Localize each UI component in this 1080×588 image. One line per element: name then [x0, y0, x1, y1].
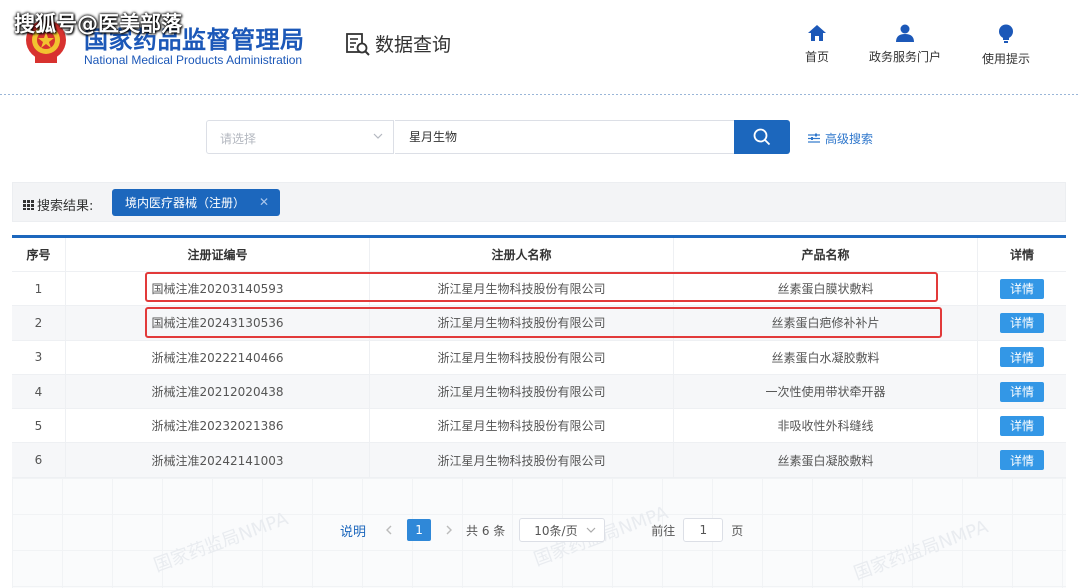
advanced-search-link[interactable]: 高级搜索 — [808, 130, 873, 147]
row-detail-cell: 详情 — [978, 341, 1066, 374]
close-icon[interactable]: ✕ — [259, 195, 269, 209]
system-title: 数据查询 — [345, 30, 451, 57]
row-index: 1 — [12, 272, 66, 306]
page-size-value: 10条/页 — [534, 523, 578, 538]
nav-home-label: 首页 — [804, 50, 829, 64]
chevron-down-icon — [373, 133, 383, 139]
header-divider — [0, 94, 1080, 95]
home-icon — [808, 25, 826, 41]
table-row: 4 浙械注准20212020438 浙江星月生物科技股份有限公司 一次性使用带状… — [12, 374, 1066, 410]
highlight-box-row-2 — [145, 307, 942, 338]
system-title-text: 数据查询 — [375, 34, 452, 56]
row-registrant: 浙江星月生物科技股份有限公司 — [370, 443, 674, 477]
pagination: 说明 1 共 6 条 10条/页 前往 1 页 — [340, 518, 743, 542]
data-query-icon — [346, 32, 370, 56]
goto-label: 前往 — [651, 523, 676, 538]
nav-service-portal-label: 政务服务门户 — [868, 50, 941, 64]
lightbulb-icon — [999, 24, 1013, 43]
row-index: 6 — [12, 443, 66, 477]
row-detail-cell: 详情 — [978, 306, 1066, 339]
header-detail: 详情 — [1009, 248, 1034, 262]
chevron-down-icon — [586, 527, 596, 533]
table-row: 3 浙械注准20222140466 浙江星月生物科技股份有限公司 丝素蛋白水凝胶… — [12, 340, 1066, 375]
source-watermark: 搜狐号@医美部落 — [14, 12, 182, 36]
results-label-text: 搜索结果: — [37, 199, 94, 214]
row-detail-cell: 详情 — [978, 375, 1066, 408]
header-index: 序号 — [12, 238, 66, 271]
detail-button[interactable]: 详情 — [1000, 381, 1044, 402]
page-suffix: 页 — [731, 523, 744, 538]
row-cert-number: 浙械注准20242141003 — [66, 443, 370, 477]
chevron-right-icon — [446, 525, 453, 535]
goto-page-input[interactable]: 1 — [683, 518, 724, 542]
table-row: 5 浙械注准20232021386 浙江星月生物科技股份有限公司 非吸收性外科缝… — [12, 409, 1066, 444]
filter-icon — [808, 133, 820, 143]
row-index: 5 — [12, 409, 66, 443]
header-cert-number: 注册证编号 — [66, 238, 370, 271]
row-detail-cell: 详情 — [978, 272, 1066, 305]
highlight-box-row-1 — [145, 272, 938, 302]
page-size-select[interactable]: 10条/页 — [519, 518, 606, 542]
next-page-button[interactable] — [438, 519, 460, 541]
row-detail-cell: 详情 — [978, 409, 1066, 442]
detail-button[interactable]: 详情 — [1000, 278, 1044, 299]
results-label: 搜索结果: — [23, 195, 93, 214]
detail-button[interactable]: 详情 — [1000, 450, 1044, 471]
nav-service-portal[interactable]: 政务服务门户 — [860, 24, 950, 65]
grid-icon — [23, 199, 34, 210]
row-registrant: 浙江星月生物科技股份有限公司 — [370, 374, 674, 409]
row-cert-number: 浙械注准20212020438 — [66, 374, 370, 409]
row-registrant: 浙江星月生物科技股份有限公司 — [370, 340, 674, 374]
advanced-search-label: 高级搜索 — [825, 132, 874, 146]
table-header-row: 序号 注册证编号 注册人名称 产品名称 详情 — [12, 238, 1066, 272]
row-index: 2 — [12, 306, 66, 340]
row-registrant: 浙江星月生物科技股份有限公司 — [370, 409, 674, 443]
table-row: 6 浙械注准20242141003 浙江星月生物科技股份有限公司 丝素蛋白凝胶敷… — [12, 443, 1066, 478]
chevron-left-icon — [386, 525, 392, 535]
prev-page-button[interactable] — [378, 519, 400, 541]
search-icon — [753, 128, 771, 146]
detail-button[interactable]: 详情 — [1000, 415, 1044, 436]
nav-usage-tips[interactable]: 使用提示 — [961, 24, 1051, 67]
row-cert-number: 浙械注准20222140466 — [66, 340, 370, 374]
filter-tag[interactable]: 境内医疗器械（注册） ✕ — [112, 189, 280, 216]
row-product: 一次性使用带状牵开器 — [674, 374, 978, 409]
detail-button[interactable]: 详情 — [1000, 347, 1044, 368]
header-registrant: 注册人名称 — [370, 238, 674, 271]
category-select[interactable]: 请选择 — [206, 120, 394, 154]
row-product: 丝素蛋白凝胶敷料 — [674, 443, 978, 477]
nav-usage-tips-label: 使用提示 — [981, 52, 1030, 66]
row-index: 4 — [12, 374, 66, 409]
row-cert-number: 浙械注准20232021386 — [66, 409, 370, 443]
explain-link[interactable]: 说明 — [340, 521, 366, 540]
page-number-current[interactable]: 1 — [407, 519, 432, 541]
row-product: 非吸收性外科缝线 — [674, 409, 978, 443]
row-index: 3 — [12, 340, 66, 374]
results-bar: 搜索结果: 境内医疗器械（注册） ✕ — [12, 182, 1066, 222]
total-count: 共 6 条 — [466, 523, 506, 538]
nav-home[interactable]: 首页 — [772, 24, 862, 65]
header-product: 产品名称 — [674, 238, 978, 271]
search-input[interactable]: 星月生物 — [395, 120, 735, 154]
category-select-placeholder: 请选择 — [220, 132, 257, 146]
row-detail-cell: 详情 — [978, 443, 1066, 476]
user-icon — [896, 24, 914, 42]
filter-tag-label: 境内医疗器械（注册） — [125, 196, 246, 210]
search-button[interactable] — [734, 120, 790, 154]
org-name-en: National Medical Products Administration — [84, 53, 303, 67]
detail-button[interactable]: 详情 — [1000, 312, 1044, 333]
row-product: 丝素蛋白水凝胶敷料 — [674, 340, 978, 374]
